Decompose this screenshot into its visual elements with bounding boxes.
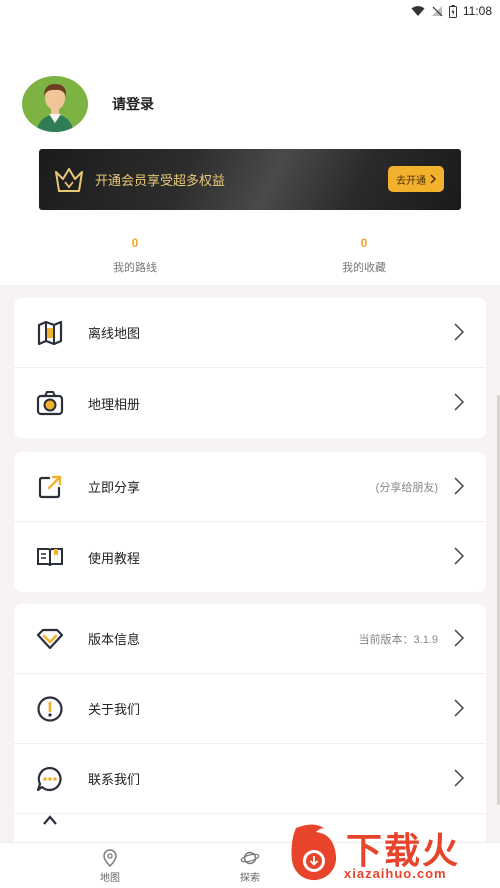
stat-my-favorites[interactable]: 0 我的收藏 bbox=[304, 235, 424, 275]
tab-label: 探索 bbox=[240, 873, 260, 884]
no-signal-icon bbox=[431, 6, 443, 17]
menu-item-label: 离线地图 bbox=[88, 326, 141, 341]
battery-icon bbox=[448, 4, 457, 18]
menu-card-2: 立即分享 (分享给朋友) 使用教程 bbox=[14, 452, 486, 592]
clock: 11:08 bbox=[462, 4, 492, 18]
menu-item-contact-us[interactable]: 联系我们 bbox=[14, 744, 486, 814]
menu-item-label: 版本信息 bbox=[88, 632, 141, 647]
menu-item-label: 地理相册 bbox=[88, 396, 141, 412]
map-pin-icon bbox=[103, 849, 117, 867]
menu-item-share[interactable]: 立即分享 (分享给朋友) bbox=[14, 452, 486, 522]
vip-banner[interactable]: 开通会员享受超多权益 去开通 bbox=[39, 149, 461, 210]
menu-item-version[interactable]: 版本信息 当前版本：3.1.9 bbox=[14, 604, 486, 674]
menu-item-geo-album[interactable]: 地理相册 bbox=[14, 368, 486, 438]
chevron-right-icon bbox=[454, 769, 464, 787]
chat-icon bbox=[36, 766, 62, 792]
open-vip-button[interactable]: 去开通 bbox=[388, 166, 444, 192]
chevron-right-icon bbox=[454, 547, 464, 565]
planet-icon bbox=[240, 851, 260, 865]
chevron-right-icon bbox=[454, 393, 464, 411]
login-prompt[interactable]: 请登录 bbox=[112, 94, 154, 114]
flame-logo-icon bbox=[291, 824, 337, 881]
info-icon bbox=[37, 696, 63, 722]
wifi-icon bbox=[411, 6, 425, 16]
menu-card-3: 版本信息 当前版本：3.1.9 关于我们 联系我们 bbox=[14, 604, 486, 844]
open-vip-label: 去开通 bbox=[396, 175, 426, 187]
menu-item-label: 立即分享 bbox=[88, 480, 141, 495]
share-icon bbox=[38, 475, 62, 499]
stat-my-routes[interactable]: 0 我的路线 bbox=[75, 235, 195, 275]
menu-item-label: 关于我们 bbox=[88, 702, 141, 717]
chevron-right-icon bbox=[454, 323, 464, 341]
status-bar: 11:08 bbox=[0, 0, 500, 22]
stat-label: 我的收藏 bbox=[342, 262, 386, 274]
tab-explore[interactable]: 探索 bbox=[220, 849, 280, 884]
watermark-logo: 下载火 xiazaihuo.com bbox=[286, 820, 496, 886]
crown-icon bbox=[55, 167, 83, 192]
diamond-icon bbox=[36, 628, 64, 650]
vip-promo-text: 开通会员享受超多权益 bbox=[95, 173, 226, 188]
stat-label: 我的路线 bbox=[113, 262, 157, 274]
tab-map[interactable]: 地图 bbox=[80, 849, 140, 884]
tab-label: 地图 bbox=[100, 873, 120, 884]
version-text: 当前版本：3.1.9 bbox=[358, 633, 438, 646]
watermark-url: xiazaihuo.com bbox=[344, 866, 447, 881]
profile-header[interactable]: 请登录 bbox=[22, 76, 154, 132]
menu-card-1: 离线地图 地理相册 bbox=[14, 298, 486, 438]
menu-item-label: 使用教程 bbox=[88, 550, 141, 566]
map-icon bbox=[37, 320, 63, 346]
share-hint: (分享给朋友) bbox=[375, 481, 438, 494]
stat-count: 0 bbox=[360, 236, 368, 250]
stat-count: 0 bbox=[131, 236, 139, 250]
chevron-right-icon bbox=[454, 699, 464, 717]
chevron-right-icon bbox=[454, 629, 464, 647]
chevron-right-icon bbox=[430, 174, 436, 184]
chevron-right-icon bbox=[454, 477, 464, 495]
stats-row: 0 我的路线 0 我的收藏 bbox=[0, 235, 500, 283]
avatar[interactable] bbox=[22, 76, 88, 132]
book-icon bbox=[37, 548, 63, 567]
menu-item-label: 联系我们 bbox=[88, 772, 141, 787]
menu-item-offline-map[interactable]: 离线地图 bbox=[14, 298, 486, 368]
bag-icon bbox=[43, 815, 57, 825]
camera-icon bbox=[36, 391, 64, 416]
menu-item-tutorial[interactable]: 使用教程 bbox=[14, 522, 486, 592]
menu-item-about-us[interactable]: 关于我们 bbox=[14, 674, 486, 744]
